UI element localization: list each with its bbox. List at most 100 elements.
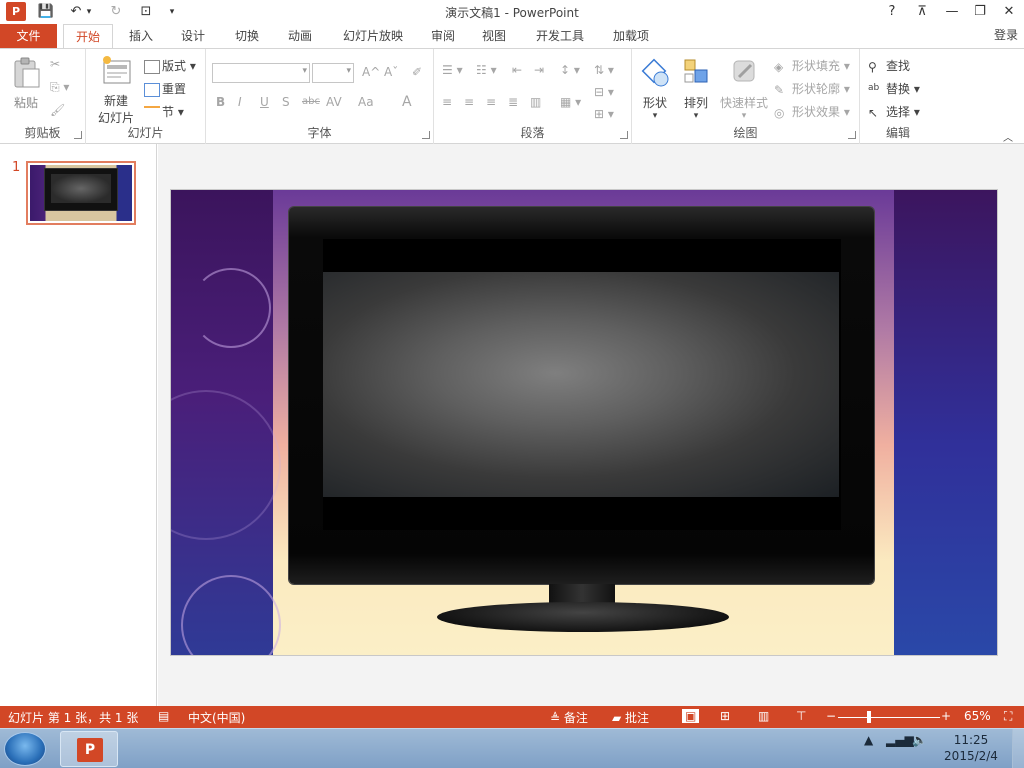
increase-indent-icon[interactable]: ⇥: [534, 63, 544, 77]
underline-button[interactable]: U: [260, 95, 269, 109]
tab-transitions[interactable]: 切换: [222, 24, 272, 48]
slideshow-view-icon[interactable]: ⊤: [796, 709, 806, 723]
show-hidden-icons[interactable]: ▲: [864, 733, 873, 747]
font-color-button[interactable]: A: [402, 94, 412, 110]
help-button[interactable]: ?: [880, 2, 904, 22]
normal-view-icon[interactable]: ▣: [682, 709, 700, 723]
find-button[interactable]: ⚲ 查找: [868, 57, 910, 74]
customize-quick-access-icon[interactable]: ▾: [162, 3, 182, 21]
shapes-button[interactable]: 形状 ▾: [636, 57, 674, 121]
align-text-icon[interactable]: ⊟ ▾: [594, 85, 614, 99]
align-right-icon[interactable]: ≡: [486, 95, 496, 109]
start-from-beginning-icon[interactable]: ⊡: [136, 3, 156, 21]
new-slide-button[interactable]: 新建 幻灯片: [90, 55, 142, 126]
align-left-icon[interactable]: ≡: [442, 95, 452, 109]
tab-view[interactable]: 视图: [471, 24, 517, 48]
tab-review[interactable]: 审阅: [420, 24, 466, 48]
numbering-icon[interactable]: ☷ ▾: [476, 63, 497, 77]
distributed-icon[interactable]: ▥: [530, 95, 541, 109]
slide-canvas[interactable]: [170, 189, 998, 656]
tab-design[interactable]: 设计: [170, 24, 216, 48]
line-spacing-icon[interactable]: ↕ ▾: [560, 63, 580, 77]
reading-view-icon[interactable]: ▥: [758, 709, 769, 723]
zoom-slider-track[interactable]: [838, 717, 940, 718]
format-painter-icon[interactable]: 🖌: [50, 103, 65, 117]
cut-icon[interactable]: ✂: [50, 57, 60, 71]
tab-slideshow[interactable]: 幻灯片放映: [333, 24, 413, 48]
tab-file[interactable]: 文件: [0, 24, 57, 48]
shadow-button[interactable]: S: [282, 95, 290, 109]
font-launcher-icon[interactable]: [422, 131, 430, 139]
clear-formatting-icon[interactable]: ✐: [412, 65, 422, 79]
slide-sorter-icon[interactable]: ⊞: [720, 709, 730, 723]
shape-fill-icon: ◈: [774, 59, 784, 74]
drawing-launcher-icon[interactable]: [848, 131, 856, 139]
network-icon[interactable]: ▂▄▆: [886, 733, 914, 747]
notes-button[interactable]: ≜ 备注: [550, 709, 588, 726]
show-desktop-button[interactable]: [1012, 729, 1024, 768]
shape-effects-button[interactable]: ◎ 形状效果 ▾: [774, 103, 850, 120]
bold-button[interactable]: B: [216, 95, 225, 109]
change-case-button[interactable]: Aa: [358, 95, 374, 109]
save-icon[interactable]: 💾: [36, 3, 56, 21]
reset-button[interactable]: 重置: [144, 80, 186, 97]
strikethrough-button[interactable]: abc: [302, 96, 320, 107]
tab-addins[interactable]: 加载项: [604, 24, 658, 48]
tab-animations[interactable]: 动画: [277, 24, 323, 48]
bullets-icon[interactable]: ☰ ▾: [442, 63, 463, 77]
language-status[interactable]: 中文(中国): [188, 709, 245, 726]
tab-home[interactable]: 开始: [63, 24, 113, 49]
text-direction-icon[interactable]: ⇅ ▾: [594, 63, 614, 77]
replace-button[interactable]: ab 替换 ▾: [868, 80, 920, 97]
tab-insert[interactable]: 插入: [118, 24, 164, 48]
copy-icon[interactable]: ⎘ ▾: [50, 80, 69, 95]
shape-fill-button[interactable]: ◈ 形状填充 ▾: [774, 57, 850, 74]
zoom-out-button[interactable]: −: [826, 709, 836, 723]
zoom-level[interactable]: 65%: [964, 709, 991, 723]
grow-font-button[interactable]: A^: [362, 65, 380, 79]
redo-icon[interactable]: ↻: [106, 3, 126, 21]
arrange-button[interactable]: 排列 ▾: [678, 57, 714, 121]
shrink-font-button[interactable]: Aˇ: [384, 65, 398, 79]
columns-icon[interactable]: ▦ ▾: [560, 95, 581, 109]
select-button[interactable]: ↖ 选择 ▾: [868, 103, 920, 120]
system-clock[interactable]: 11:25 2015/2/4: [936, 732, 1006, 764]
minimize-button[interactable]: —: [940, 2, 964, 22]
undo-dropdown-icon[interactable]: ▾: [84, 3, 94, 21]
smartart-icon[interactable]: ⊞ ▾: [594, 107, 614, 121]
justify-icon[interactable]: ≣: [508, 95, 518, 109]
collapse-ribbon-icon[interactable]: ︿: [1003, 129, 1013, 144]
slide-count-status: 幻灯片 第 1 张，共 1 张: [8, 711, 139, 725]
tv-picture[interactable]: [289, 207, 874, 584]
ribbon-display-options-button[interactable]: ⊼: [910, 2, 934, 22]
layout-icon: [144, 59, 160, 74]
clipboard-launcher-icon[interactable]: [74, 131, 82, 139]
layout-button[interactable]: 版式 ▾: [144, 57, 196, 74]
quick-styles-button[interactable]: 快速样式 ▾: [716, 57, 772, 121]
windows-start-button[interactable]: [4, 732, 46, 766]
fit-to-window-icon[interactable]: ⛶: [1004, 709, 1012, 724]
font-size-combo[interactable]: [312, 63, 354, 83]
section-button[interactable]: 节 ▾: [144, 103, 184, 120]
close-button[interactable]: ✕: [997, 2, 1021, 22]
paragraph-launcher-icon[interactable]: [620, 131, 628, 139]
slide-thumbnail[interactable]: [26, 161, 136, 225]
align-center-icon[interactable]: ≡: [464, 95, 474, 109]
spell-check-icon[interactable]: ▤: [158, 709, 169, 723]
tab-developer[interactable]: 开发工具: [528, 24, 592, 48]
sign-in-link[interactable]: 登录: [994, 26, 1018, 43]
ribbon: 粘贴 ✂ ⎘ ▾ 🖌 剪贴板 新建 幻灯片 版式 ▾ 重置 节 ▾ 幻灯片 ▾ …: [0, 48, 1024, 144]
zoom-slider-thumb[interactable]: [867, 711, 871, 723]
font-name-combo[interactable]: [212, 63, 310, 83]
shape-outline-button[interactable]: ✎ 形状轮廓 ▾: [774, 80, 850, 97]
character-spacing-button[interactable]: AV: [326, 95, 342, 109]
decrease-indent-icon[interactable]: ⇤: [512, 63, 522, 77]
comments-button[interactable]: ▰ 批注: [612, 709, 649, 726]
volume-icon[interactable]: 🔈: [912, 733, 927, 747]
paste-button[interactable]: 粘贴: [6, 57, 46, 111]
undo-icon[interactable]: ↶: [66, 3, 86, 21]
restore-button[interactable]: ❐: [968, 2, 992, 22]
zoom-in-button[interactable]: +: [941, 709, 951, 723]
taskbar-powerpoint-button[interactable]: P: [60, 731, 118, 767]
italic-button[interactable]: I: [238, 95, 242, 109]
